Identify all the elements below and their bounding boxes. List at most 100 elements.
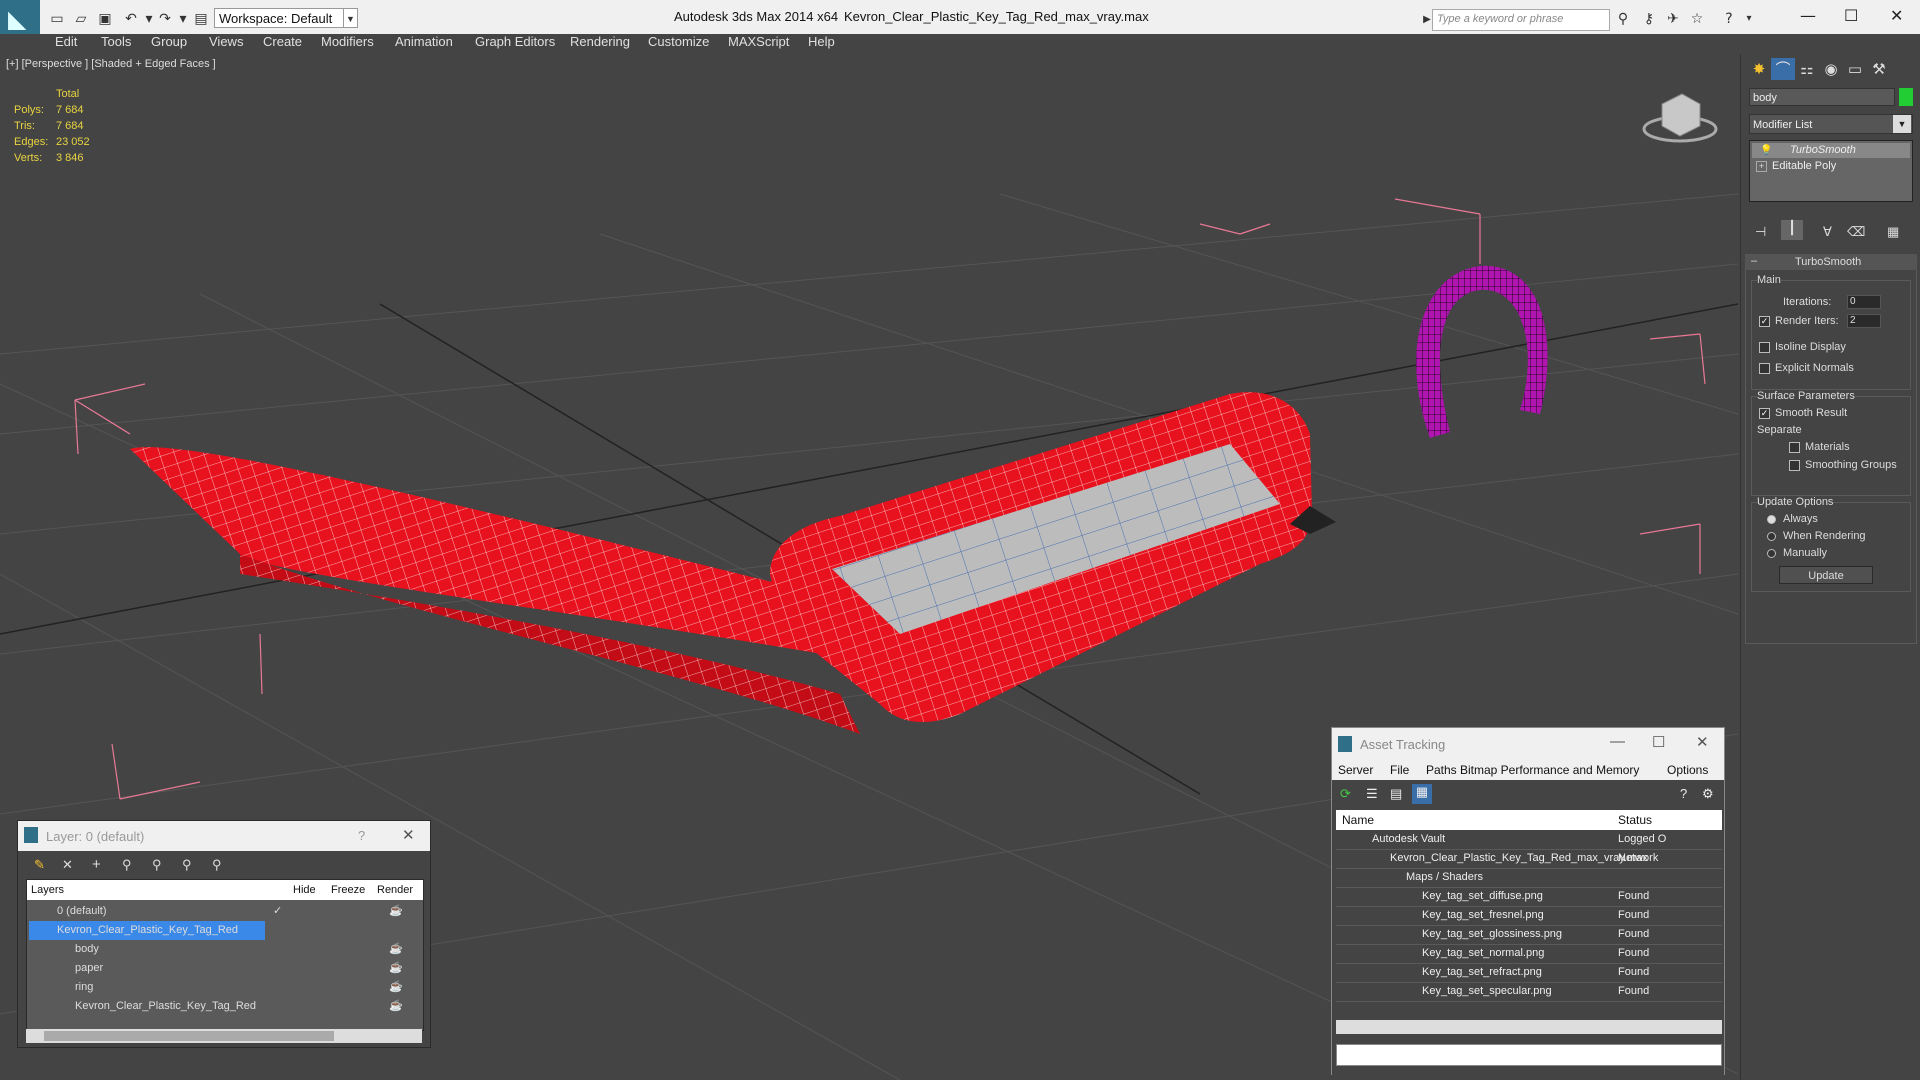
favorites-star-icon[interactable]: ☆ (1688, 10, 1706, 28)
horizontal-scrollbar[interactable] (26, 1029, 422, 1043)
app-logo-button[interactable]: ◣ (0, 0, 40, 38)
modifier-list-select[interactable]: Modifier List (1749, 114, 1913, 134)
asset-row[interactable]: Maps / Shaders (1336, 868, 1722, 888)
isoline-checkbox[interactable] (1759, 342, 1770, 353)
help-icon[interactable]: ? (1720, 10, 1738, 28)
pin-stack-icon[interactable]: ⊣ (1755, 224, 1766, 240)
settings-icon[interactable]: ⚙ (1702, 786, 1714, 802)
utilities-tab-icon[interactable]: ⚒ (1867, 58, 1891, 80)
menu-maxscript[interactable]: MAXScript (728, 34, 789, 49)
viewport-label[interactable]: [+] [Perspective ] [Shaded + Edged Faces… (6, 58, 216, 70)
menu-views[interactable]: Views (209, 34, 243, 49)
smoothing-groups-checkbox[interactable] (1789, 460, 1800, 471)
layer-row[interactable]: 0 (default) ✓ ☕ (27, 902, 423, 921)
col-render[interactable]: Render (377, 880, 413, 900)
menu-options[interactable]: Options (1667, 760, 1708, 780)
menu-group[interactable]: Group (151, 34, 187, 49)
select-objects-icon[interactable]: ⚲ (122, 857, 132, 873)
close-icon[interactable]: ✕ (1696, 733, 1709, 751)
delete-layer-icon[interactable]: ✕ (62, 857, 73, 873)
chevron-down-icon[interactable]: ▼ (1893, 115, 1911, 133)
object-name-input[interactable]: body (1749, 88, 1895, 106)
display-tab-icon[interactable]: ▭ (1843, 58, 1867, 80)
col-layers[interactable]: Layers (31, 880, 64, 900)
menu-tools[interactable]: Tools (101, 34, 131, 49)
redo-dropdown-icon[interactable]: ▾ (174, 10, 192, 28)
layer-row[interactable]: Kevron_Clear_Plastic_Key_Tag_Red (29, 921, 265, 940)
close-button[interactable]: ✕ (1890, 6, 1903, 25)
create-tab-icon[interactable]: ✸ (1747, 58, 1771, 80)
asset-path-field[interactable] (1336, 1044, 1722, 1066)
communication-icon[interactable]: ✈ (1664, 10, 1682, 28)
menu-rendering[interactable]: Rendering (570, 34, 630, 49)
stack-item-editable-poly[interactable]: Editable Poly (1752, 159, 1910, 174)
col-status[interactable]: Status (1618, 813, 1652, 827)
save-file-icon[interactable]: ▣ (96, 10, 114, 28)
make-unique-icon[interactable]: ∀ (1823, 224, 1832, 240)
render-iters-spinner[interactable]: 2 (1847, 314, 1881, 328)
maximize-button[interactable]: ☐ (1652, 733, 1665, 751)
col-name[interactable]: Name (1342, 813, 1374, 827)
table-view-icon[interactable]: ▦ (1412, 784, 1432, 804)
binoculars-icon[interactable]: ⚲ (1614, 10, 1632, 28)
workspace-select[interactable]: Workspace: Default (214, 8, 344, 28)
render-teapot-icon[interactable]: ☕ (389, 959, 403, 978)
chevron-down-icon[interactable]: ▼ (344, 8, 358, 28)
object-color-swatch[interactable] (1899, 88, 1913, 106)
create-layer-icon[interactable]: ✎ (34, 857, 45, 873)
render-teapot-icon[interactable]: ☕ (389, 997, 403, 1016)
render-teapot-icon[interactable]: ☕ (389, 940, 403, 959)
maximize-button[interactable]: ☐ (1844, 6, 1858, 25)
hide-unhide-layers-icon[interactable]: ⚲ (182, 857, 192, 873)
new-file-icon[interactable]: ▭ (48, 10, 66, 28)
render-iters-checkbox[interactable]: ✓ (1759, 316, 1770, 327)
subscription-icon[interactable]: ⚷ (1640, 10, 1658, 28)
always-radio[interactable] (1767, 515, 1776, 524)
asset-row[interactable]: Kevron_Clear_Plastic_Key_Tag_Red_max_vra… (1336, 849, 1722, 869)
asset-row[interactable]: Key_tag_set_normal.png Found (1336, 944, 1722, 964)
rollout-header[interactable]: – TurboSmooth (1745, 254, 1917, 270)
redo-icon[interactable]: ↷ (156, 10, 174, 28)
manually-radio[interactable] (1767, 549, 1776, 558)
materials-checkbox[interactable] (1789, 442, 1800, 453)
motion-tab-icon[interactable]: ◉ (1819, 58, 1843, 80)
when-rendering-radio[interactable] (1767, 532, 1776, 541)
asset-row[interactable]: Key_tag_set_glossiness.png Found (1336, 925, 1722, 945)
help-button[interactable]: ? (358, 828, 365, 843)
asset-row[interactable]: Key_tag_set_fresnel.png Found (1336, 906, 1722, 926)
layer-row[interactable]: ring ☕ (27, 978, 423, 997)
layer-row[interactable]: Kevron_Clear_Plastic_Key_Tag_Red ☕ (27, 997, 423, 1016)
open-file-icon[interactable]: ▱ (72, 10, 90, 28)
menu-graph-editors[interactable]: Graph Editors (475, 34, 555, 49)
menu-server[interactable]: Server (1338, 760, 1373, 780)
asset-row[interactable]: Key_tag_set_diffuse.png Found (1336, 887, 1722, 907)
asset-row[interactable]: Autodesk Vault Logged O (1336, 830, 1722, 850)
remove-modifier-icon[interactable]: ⌫ (1847, 224, 1865, 240)
configure-sets-icon[interactable]: ▦ (1887, 224, 1899, 240)
layer-row[interactable]: body ☕ (27, 940, 423, 959)
col-freeze[interactable]: Freeze (331, 880, 365, 900)
list-view-icon[interactable]: ☰ (1366, 786, 1378, 802)
help-icon[interactable]: ? (1680, 786, 1687, 801)
freeze-unfreeze-layers-icon[interactable]: ⚲ (212, 857, 222, 873)
show-end-result-icon[interactable]: ┃ (1781, 220, 1803, 240)
undo-icon[interactable]: ↶ (122, 10, 140, 28)
hierarchy-tab-icon[interactable]: ⚏ (1795, 58, 1819, 80)
menu-file[interactable]: File (1390, 760, 1409, 780)
refresh-icon[interactable]: ⟳ (1340, 786, 1351, 802)
project-folder-icon[interactable]: ▤ (192, 10, 210, 28)
menu-modifiers[interactable]: Modifiers (321, 34, 374, 49)
asset-row[interactable]: Key_tag_set_specular.png Found (1336, 982, 1722, 1002)
minimize-button[interactable]: — (1800, 6, 1816, 25)
expand-plus-icon[interactable]: + (1756, 161, 1767, 172)
layer-dialog-titlebar[interactable]: Layer: 0 (default) ? ✕ (18, 821, 430, 851)
add-to-layer-icon[interactable]: + (92, 856, 101, 873)
menu-edit[interactable]: Edit (55, 34, 77, 49)
explicit-normals-checkbox[interactable] (1759, 363, 1770, 374)
thumbnail-view-icon[interactable]: ▤ (1390, 786, 1402, 802)
close-icon[interactable]: ✕ (402, 826, 415, 844)
help-dropdown-icon[interactable]: ▾ (1740, 10, 1758, 28)
col-hide[interactable]: Hide (293, 880, 316, 900)
iterations-spinner[interactable]: 0 (1847, 295, 1881, 309)
smooth-result-checkbox[interactable]: ✓ (1759, 408, 1770, 419)
